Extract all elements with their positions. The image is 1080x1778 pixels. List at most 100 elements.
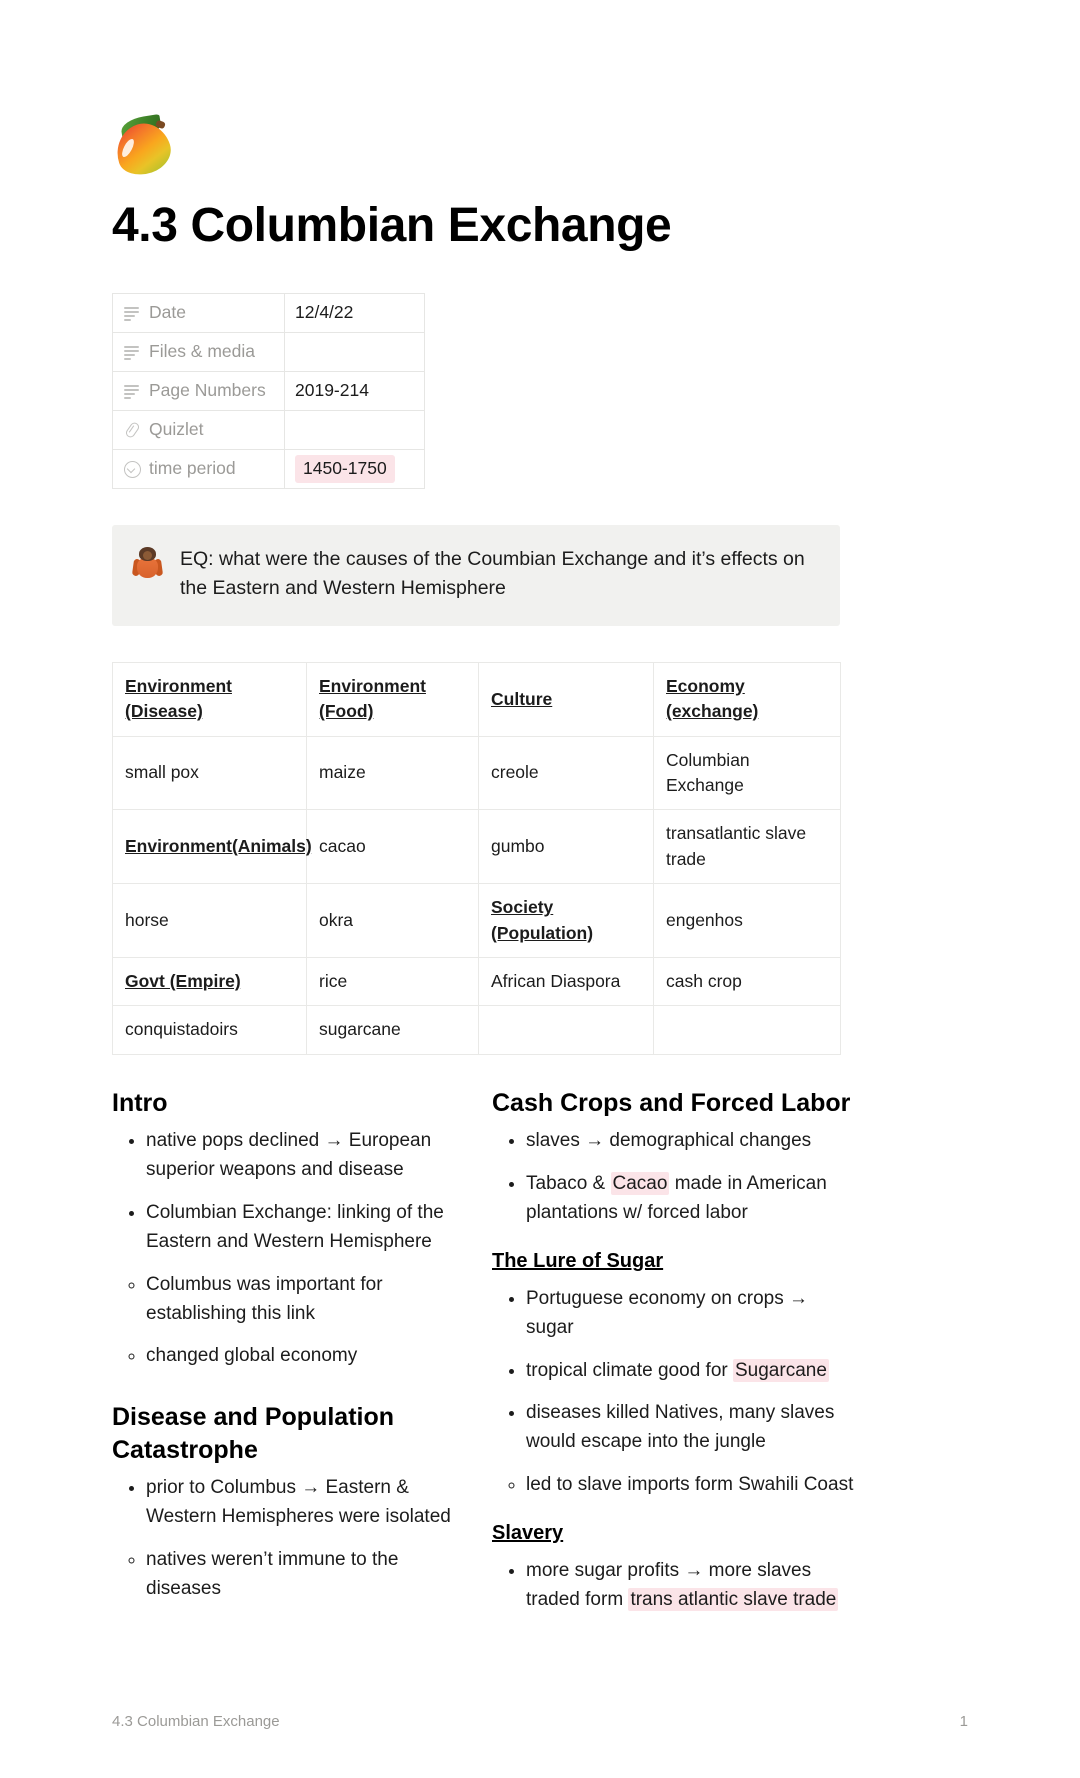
table-cell[interactable]: transatlantic slave trade [653,809,841,885]
table-cell[interactable]: conquistadoirs [112,1005,307,1055]
highlighted-term: Cacao [610,1172,670,1195]
section-heading-slavery: Slavery [492,1522,564,1544]
table-cell[interactable]: rice [306,956,479,1007]
list-item: Columbus was important for establishing … [146,1271,474,1329]
property-key-page-numbers[interactable]: Page Numbers [112,370,285,411]
table-row: small pox maize creole Columbian Exchang… [112,735,841,811]
header-line: Economy (exchange) [666,675,759,722]
table-cell[interactable]: African Diaspora [478,956,654,1007]
mango-icon [109,112,184,184]
text-property-icon [123,382,140,399]
table-header-cell[interactable]: Environment (Food) [306,661,479,737]
cash-crops-bullet-list: slaves → demographical changes Tabaco & … [492,1127,854,1228]
property-value-time-period[interactable]: 1450-1750 [284,448,425,489]
nested-list-wrapper: natives weren’t immune to the diseases [112,1546,474,1604]
list-item: slaves → demographical changes [526,1127,854,1156]
property-value-files-media[interactable] [284,331,425,372]
property-row-page-numbers[interactable]: Page Numbers 2019-214 [112,370,425,411]
cell-text: (Population) [491,922,594,943]
property-row-time-period[interactable]: time period 1450-1750 [112,448,425,489]
bullet-text-pre: Tabaco & [526,1173,611,1194]
table-cell[interactable]: okra [306,883,479,958]
property-label: time period [149,458,236,479]
table-cell[interactable]: Environment(Animals) [112,809,312,885]
list-item: more sugar profits → more slaves traded … [526,1557,854,1615]
property-label: Page Numbers [149,380,266,401]
header-line: Environment [125,675,232,696]
list-item: Tabaco & Cacao made in American plantati… [526,1170,854,1228]
cell-text: Environment(Animals) [125,836,312,857]
table-cell[interactable]: engenhos [653,883,841,958]
table-cell[interactable]: cash crop [653,956,841,1007]
list-item: diseases killed Natives, many slaves wou… [526,1399,854,1457]
table-header-cell[interactable]: Economy (exchange) [653,661,841,737]
notes-column-right: Cash Crops and Forced Labor slaves → dem… [492,1087,872,1615]
property-row-files-media[interactable]: Files & media [112,331,425,372]
bullet-text-pre: tropical climate good for [526,1359,733,1381]
orangutan-body [137,557,158,578]
section-heading-cash-crops: Cash Crops and Forced Labor [492,1088,851,1117]
property-key-date[interactable]: Date [112,292,285,333]
highlighted-term: Sugarcane [733,1358,829,1382]
section-heading-lure-of-sugar: The Lure of Sugar [492,1249,664,1272]
notes-columns: Intro native pops declined → European su… [112,1087,872,1615]
sugar-sub-bullet-list: led to slave imports form Swahili Coast [492,1471,854,1500]
page-footer: 4.3 Columbian Exchange 1 [112,1713,968,1730]
footer-page-number: 1 [959,1713,968,1730]
table-cell[interactable]: maize [306,735,479,811]
page-title: 4.3 Columbian Exchange [112,199,672,252]
property-label: Quizlet [149,419,204,440]
header-line: (Food) [319,701,374,722]
section-heading-disease: Disease and Population Catastrophe [112,1403,395,1464]
highlighted-term: trans atlantic slave trade [628,1587,839,1611]
table-cell[interactable]: Society (Population) [478,883,654,958]
property-label: Files & media [149,341,256,362]
orangutan-icon [131,546,164,581]
property-key-files-media[interactable]: Files & media [112,331,285,372]
chevron-down-circle-icon [123,460,141,479]
notes-column-left: Intro native pops declined → European su… [112,1087,492,1615]
paperclip-icon [123,421,140,438]
intro-bullet-list: native pops declined → European superior… [112,1127,474,1371]
document-content: 4.3 Columbian Exchange Date 12/4/22 File… [109,0,968,1615]
table-cell[interactable]: creole [478,735,654,811]
table-header-cell[interactable]: Culture [478,661,654,737]
property-value-date[interactable]: 12/4/22 [284,292,425,333]
text-property-icon [123,343,140,360]
property-row-quizlet[interactable]: Quizlet [112,409,425,450]
footer-document-name: 4.3 Columbian Exchange [112,1713,280,1730]
table-cell[interactable]: horse [112,883,307,958]
table-cell[interactable]: Columbian Exchange [653,735,841,811]
table-cell[interactable]: Govt (Empire) [112,956,307,1007]
property-label: Date [149,302,186,323]
nested-list-wrapper: led to slave imports form Swahili Coast [492,1471,854,1500]
table-cell[interactable]: small pox [112,735,307,811]
page-properties-table: Date 12/4/22 Files & media Page Numbers … [112,292,425,489]
slavery-bullet-list: more sugar profits → more slaves traded … [492,1557,854,1615]
mango-emoji [109,112,178,182]
table-row: horse okra Society (Population) engenhos [112,883,841,958]
table-cell[interactable] [478,1005,654,1055]
list-item: native pops declined → European superior… [146,1127,474,1185]
table-cell[interactable]: cacao [306,809,479,885]
table-cell[interactable] [653,1005,841,1055]
property-value-page-numbers[interactable]: 2019-214 [284,370,425,411]
intro-sub-bullet-list: Columbus was important for establishing … [112,1271,474,1372]
property-key-quizlet[interactable]: Quizlet [112,409,285,450]
list-item: Columbian Exchange: linking of the Easte… [146,1199,474,1257]
mango-body [109,116,177,182]
cell-text: Govt (Empire) [125,970,241,991]
table-row: conquistadoirs sugarcane [112,1005,841,1055]
status-badge: 1450-1750 [295,454,395,483]
list-item: led to slave imports form Swahili Coast [526,1471,854,1500]
table-cell[interactable]: sugarcane [306,1005,479,1055]
header-line: (Disease) [125,701,203,722]
table-cell[interactable]: gumbo [478,809,654,885]
header-line: Culture [491,688,553,709]
orangutan-face [143,550,152,560]
property-value-quizlet[interactable] [284,409,425,450]
property-row-date[interactable]: Date 12/4/22 [112,292,425,333]
property-key-time-period[interactable]: time period [112,448,285,489]
table-header-cell[interactable]: Environment (Disease) [112,661,307,737]
list-item: Portuguese economy on crops → sugar [526,1285,854,1343]
